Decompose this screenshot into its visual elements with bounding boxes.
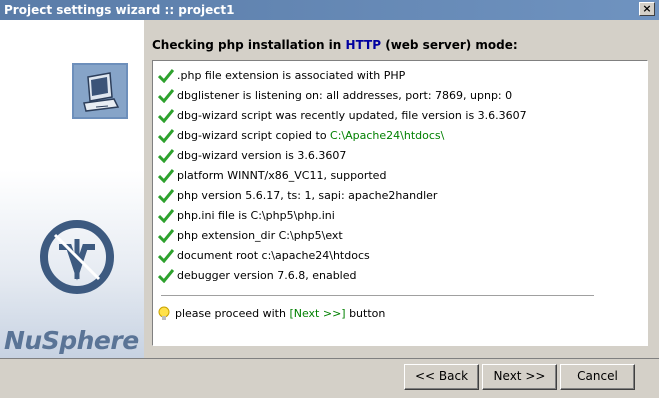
hint-row: please proceed with [Next >>] button [158,304,385,324]
check-row: php extension_dir C:\php5\ext [158,226,343,246]
heading-protocol: HTTP [345,38,382,52]
close-button[interactable]: × [639,2,655,16]
checkmark-icon [158,109,174,123]
check-row: debugger version 7.6.8, enabled [158,266,357,286]
checkmark-icon [158,89,174,103]
checkmark-icon [158,209,174,223]
checks-list: .php file extension is associated with P… [152,60,648,346]
title-bar: Project settings wizard :: project1 × [0,0,659,20]
window-title: Project settings wizard :: project1 [4,3,235,17]
hint-prefix: please proceed with [175,307,290,320]
checkmark-icon [158,169,174,183]
page-heading: Checking php installation in HTTP (web s… [152,38,518,52]
brand-wordmark: NuSphere [4,326,139,355]
separator [161,295,594,297]
heading-suffix: (web server) mode: [385,38,518,52]
checkmark-icon [158,269,174,283]
back-button[interactable]: << Back [404,364,479,390]
check-row: dbglistener is listening on: all address… [158,86,512,106]
checkmark-icon [158,129,174,143]
check-text: dbg-wizard script was recently updated, … [177,109,527,122]
check-text: dbg-wizard script copied to [177,129,331,142]
checkmark-icon [158,149,174,163]
check-text: php version 5.6.17, ts: 1, sapi: apache2… [177,189,438,202]
check-row: dbg-wizard script was recently updated, … [158,106,527,126]
checkmark-icon [158,69,174,83]
checkmark-icon [158,249,174,263]
cancel-button[interactable]: Cancel [560,364,635,390]
computer-icon [72,63,128,119]
hint-button-ref: [Next >>] [289,307,346,320]
check-row: php version 5.6.17, ts: 1, sapi: apache2… [158,186,437,206]
checkmark-icon [158,189,174,203]
check-path: C:\Apache24\htdocs\ [330,129,445,142]
check-row: document root c:\apache24\htdocs [158,246,370,266]
check-text: php.ini file is C:\php5\php.ini [177,209,335,222]
checkmark-icon [158,229,174,243]
check-row: php.ini file is C:\php5\php.ini [158,206,335,226]
check-text: dbglistener is listening on: all address… [177,89,513,102]
nusphere-logo-icon [40,220,114,294]
next-button[interactable]: Next >> [482,364,557,390]
check-row: platform WINNT/x86_VC11, supported [158,166,386,186]
check-row: dbg-wizard version is 3.6.3607 [158,146,346,166]
hint-suffix: button [345,307,386,320]
check-text: platform WINNT/x86_VC11, supported [177,169,387,182]
heading-prefix: Checking php installation in [152,38,342,52]
check-text: debugger version 7.6.8, enabled [177,269,357,282]
lightbulb-icon [158,306,170,320]
branding-panel: NuSphere [0,20,144,358]
check-row: dbg-wizard script copied to C:\Apache24\… [158,126,444,146]
check-row: .php file extension is associated with P… [158,66,405,86]
check-text: php extension_dir C:\php5\ext [177,229,343,242]
check-text: dbg-wizard version is 3.6.3607 [177,149,347,162]
check-text: document root c:\apache24\htdocs [177,249,370,262]
wizard-window: Project settings wizard :: project1 × Nu… [0,0,659,398]
check-text: .php file extension is associated with P… [177,69,406,82]
